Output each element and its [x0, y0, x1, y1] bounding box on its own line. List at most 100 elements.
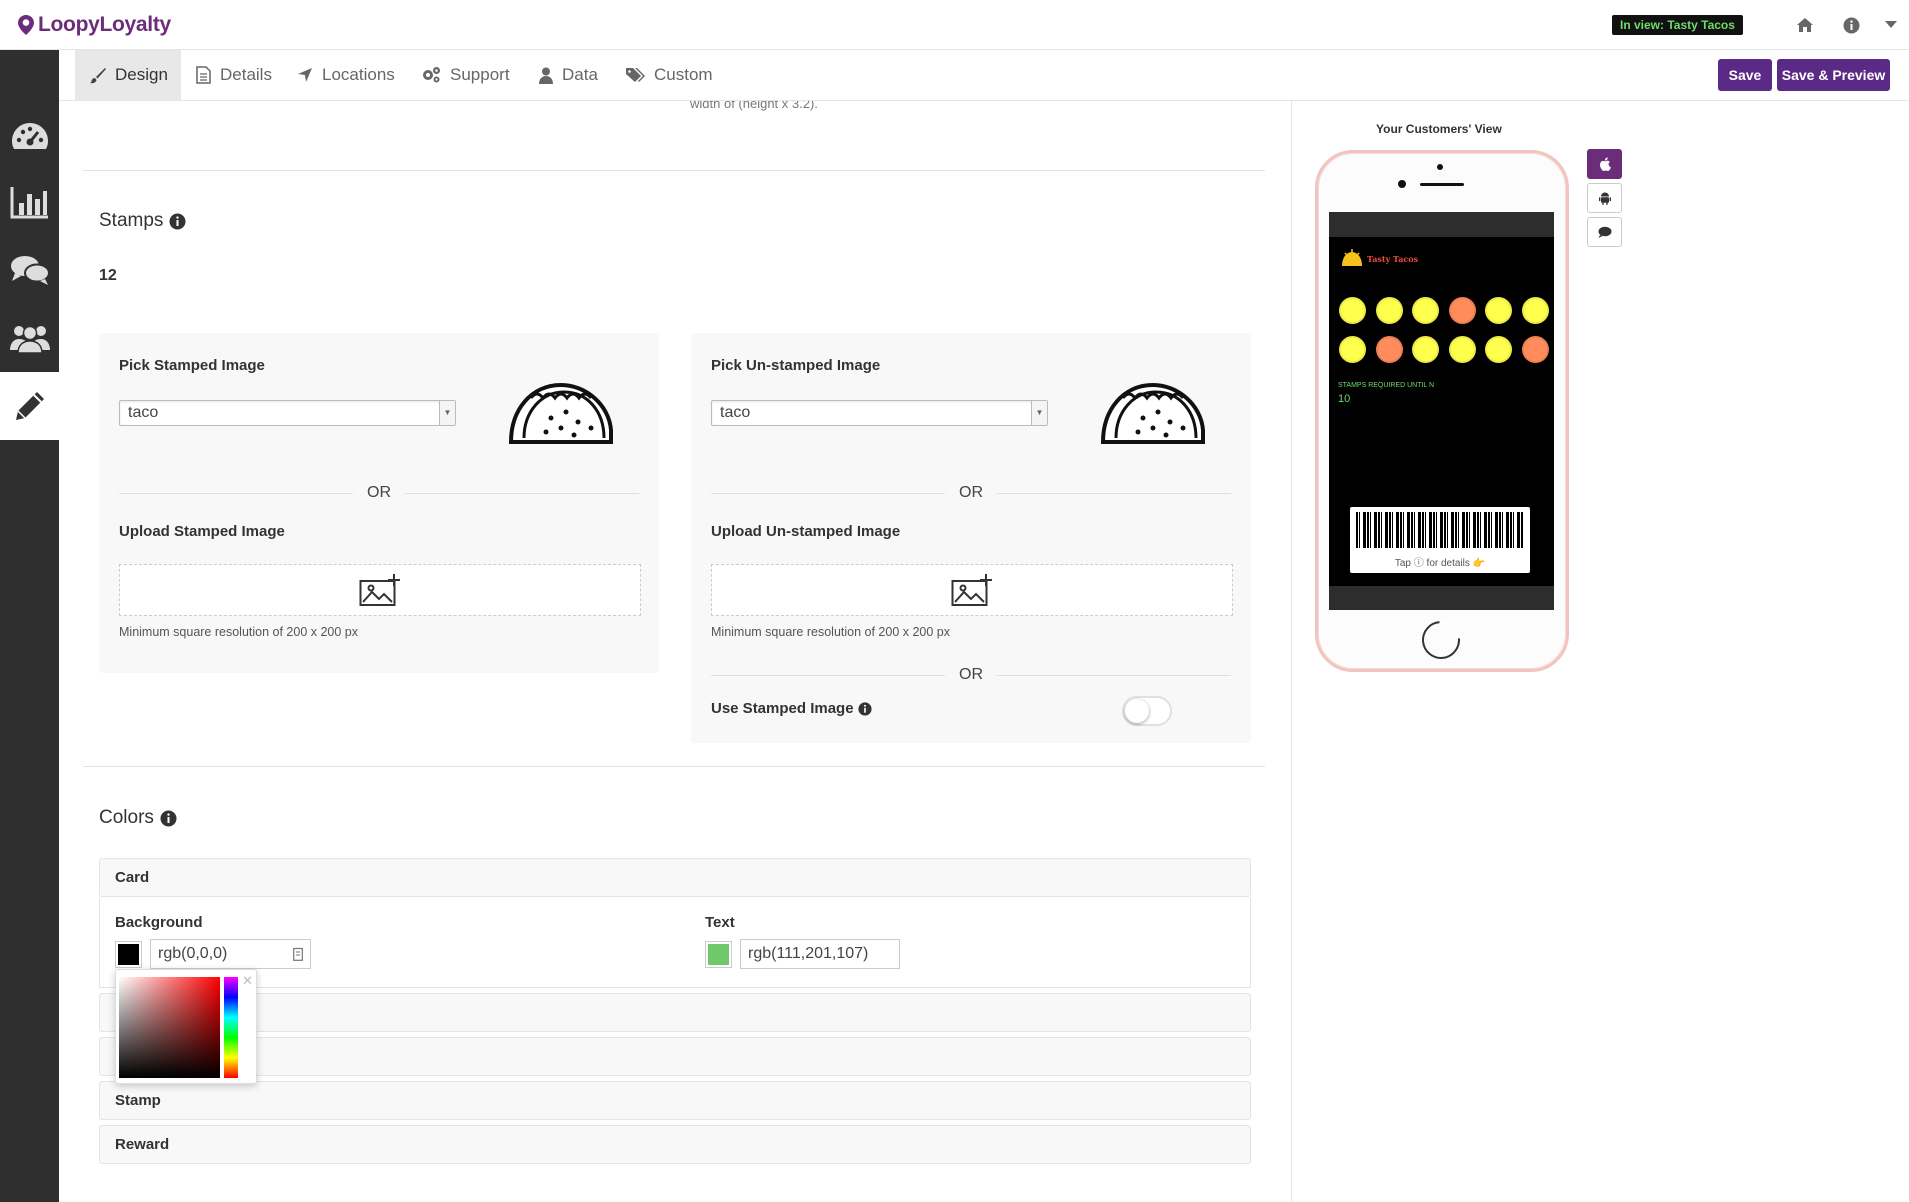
- stamped-image-panel: Pick Stamped Image taco ▼ OR Upload Stam…: [99, 333, 659, 673]
- use-stamped-label: Use Stamped Image: [711, 700, 872, 717]
- design-form: width of (height x 3.2). Stamps 12 Pick …: [59, 101, 1291, 1202]
- sidebar-item-design[interactable]: [0, 372, 59, 440]
- sensor-dot: [1398, 180, 1406, 188]
- or-divider: OR: [119, 483, 639, 503]
- accordion-header[interactable]: [99, 993, 1251, 1032]
- accordion-reward[interactable]: Reward: [99, 1125, 1251, 1164]
- stamped-stamp: [1412, 297, 1439, 324]
- stamps-required-label: STAMPS REQUIRED UNTIL N: [1338, 382, 1435, 389]
- stamped-stamp: [1375, 297, 1403, 324]
- accordion-stamp[interactable]: Stamp: [99, 1081, 1251, 1120]
- tab-custom[interactable]: Custom: [625, 50, 713, 100]
- location-arrow-icon: [298, 68, 312, 82]
- info-icon[interactable]: [1840, 14, 1862, 36]
- stamps-required-value: 10: [1338, 393, 1351, 405]
- stamped-stamp: [1485, 297, 1512, 324]
- tab-details[interactable]: Details: [196, 50, 272, 100]
- top-bar: LoopyLoyalty In view: Tasty Tacos: [0, 0, 1909, 50]
- save-button[interactable]: Save: [1718, 59, 1772, 91]
- background-color-swatch[interactable]: [115, 941, 142, 968]
- add-image-icon: [951, 574, 992, 606]
- accordion-icon[interactable]: [99, 1037, 1251, 1076]
- stamped-resolution-hint: Minimum square resolution of 200 x 200 p…: [119, 625, 359, 639]
- select-arrow-icon: ▼: [1031, 401, 1047, 425]
- sidebar-item-analytics[interactable]: [0, 168, 59, 236]
- banner-size-hint: width of (height x 3.2).: [690, 101, 818, 111]
- close-icon[interactable]: ✕: [242, 973, 253, 989]
- stamped-image-select[interactable]: taco ▼: [119, 400, 456, 426]
- apple-icon: [1599, 157, 1611, 171]
- preview-title: Your Customers' View: [1376, 122, 1502, 136]
- text-color-swatch[interactable]: [705, 941, 732, 968]
- info-icon[interactable]: [169, 213, 186, 230]
- select-arrow-icon: ▼: [439, 401, 455, 425]
- tab-bar: Design Details Locations Support Data Cu…: [59, 50, 1909, 101]
- logo[interactable]: LoopyLoyalty: [18, 13, 171, 37]
- saturation-area[interactable]: [119, 977, 220, 1078]
- tap-for-details: Tap ⓘ for details 👉: [1394, 558, 1486, 569]
- upload-stamped-dropzone[interactable]: [119, 564, 641, 616]
- dashboard-icon: [11, 123, 48, 149]
- clipboard-icon[interactable]: [293, 947, 303, 961]
- upload-stamped-label: Upload Stamped Image: [119, 523, 285, 540]
- info-icon[interactable]: [160, 810, 177, 827]
- speaker-icon: [1420, 183, 1464, 186]
- apple-preview-button[interactable]: [1587, 149, 1622, 179]
- home-icon[interactable]: [1794, 14, 1816, 36]
- or-divider: OR: [711, 483, 1231, 503]
- barcode-image: [1356, 512, 1524, 548]
- background-color-input[interactable]: rgb(0,0,0): [150, 939, 311, 969]
- add-image-icon: [359, 574, 400, 606]
- in-view-badge[interactable]: In view: Tasty Tacos: [1612, 15, 1743, 35]
- use-stamped-toggle[interactable]: [1122, 696, 1172, 726]
- unstamped-stamp: [1521, 336, 1549, 363]
- pencil-icon: [15, 392, 44, 420]
- text-color-input[interactable]: rgb(111,201,107): [740, 939, 900, 969]
- stamped-stamp: [1521, 297, 1549, 324]
- sidebar-item-messages[interactable]: [0, 236, 59, 304]
- tags-icon: [626, 68, 645, 82]
- stamp-count: 12: [99, 267, 117, 284]
- sidebar: [0, 50, 59, 1202]
- upload-unstamped-dropzone[interactable]: [711, 564, 1233, 616]
- tab-support[interactable]: Support: [421, 50, 510, 100]
- sms-preview-button[interactable]: [1587, 217, 1622, 247]
- stamped-stamp: [1448, 336, 1476, 363]
- upload-unstamped-label: Upload Un-stamped Image: [711, 523, 901, 540]
- pick-unstamped-label: Pick Un-stamped Image: [711, 357, 881, 374]
- chevron-down-icon[interactable]: [1880, 14, 1902, 36]
- card-colors-body: Background rgb(0,0,0) Text rgb(111,201,1…: [99, 897, 1251, 988]
- text-label: Text: [705, 914, 735, 931]
- bar-chart-icon: [10, 187, 48, 219]
- user-icon: [539, 67, 553, 84]
- tab-locations[interactable]: Locations: [297, 50, 395, 100]
- pick-stamped-label: Pick Stamped Image: [119, 357, 265, 374]
- stamped-stamp: [1339, 336, 1366, 363]
- background-label: Background: [115, 914, 203, 931]
- sidebar-item-customers[interactable]: [0, 304, 59, 372]
- taco-icon: [508, 382, 613, 444]
- document-icon: [196, 66, 211, 84]
- sidebar-item-dashboard[interactable]: [0, 102, 59, 170]
- chat-bubble-icon: [1598, 226, 1611, 238]
- hue-slider[interactable]: [224, 977, 238, 1078]
- unstamped-image-select[interactable]: taco ▼: [711, 400, 1048, 426]
- divider: [83, 170, 1265, 171]
- tab-design[interactable]: Design: [75, 50, 181, 100]
- barcode[interactable]: Tap ⓘ for details 👉: [1350, 507, 1530, 573]
- card-name: Tasty Tacos: [1367, 254, 1419, 264]
- stamped-stamp: [1485, 336, 1512, 363]
- info-icon[interactable]: [857, 701, 872, 716]
- android-preview-button[interactable]: [1587, 183, 1622, 213]
- unstamped-image-panel: Pick Un-stamped Image taco ▼ OR Upload U…: [691, 333, 1251, 743]
- color-picker-popup[interactable]: ✕: [115, 969, 257, 1084]
- camera-dot: [1437, 164, 1443, 170]
- tab-data[interactable]: Data: [539, 50, 598, 100]
- users-icon: [9, 325, 50, 354]
- unstamped-resolution-hint: Minimum square resolution of 200 x 200 p…: [711, 625, 951, 639]
- save-preview-button[interactable]: Save & Preview: [1777, 59, 1890, 91]
- stamps-section-title: Stamps: [99, 210, 186, 232]
- android-icon: [1598, 192, 1611, 205]
- accordion-card[interactable]: Card: [99, 858, 1251, 897]
- colors-section-title: Colors: [99, 807, 177, 829]
